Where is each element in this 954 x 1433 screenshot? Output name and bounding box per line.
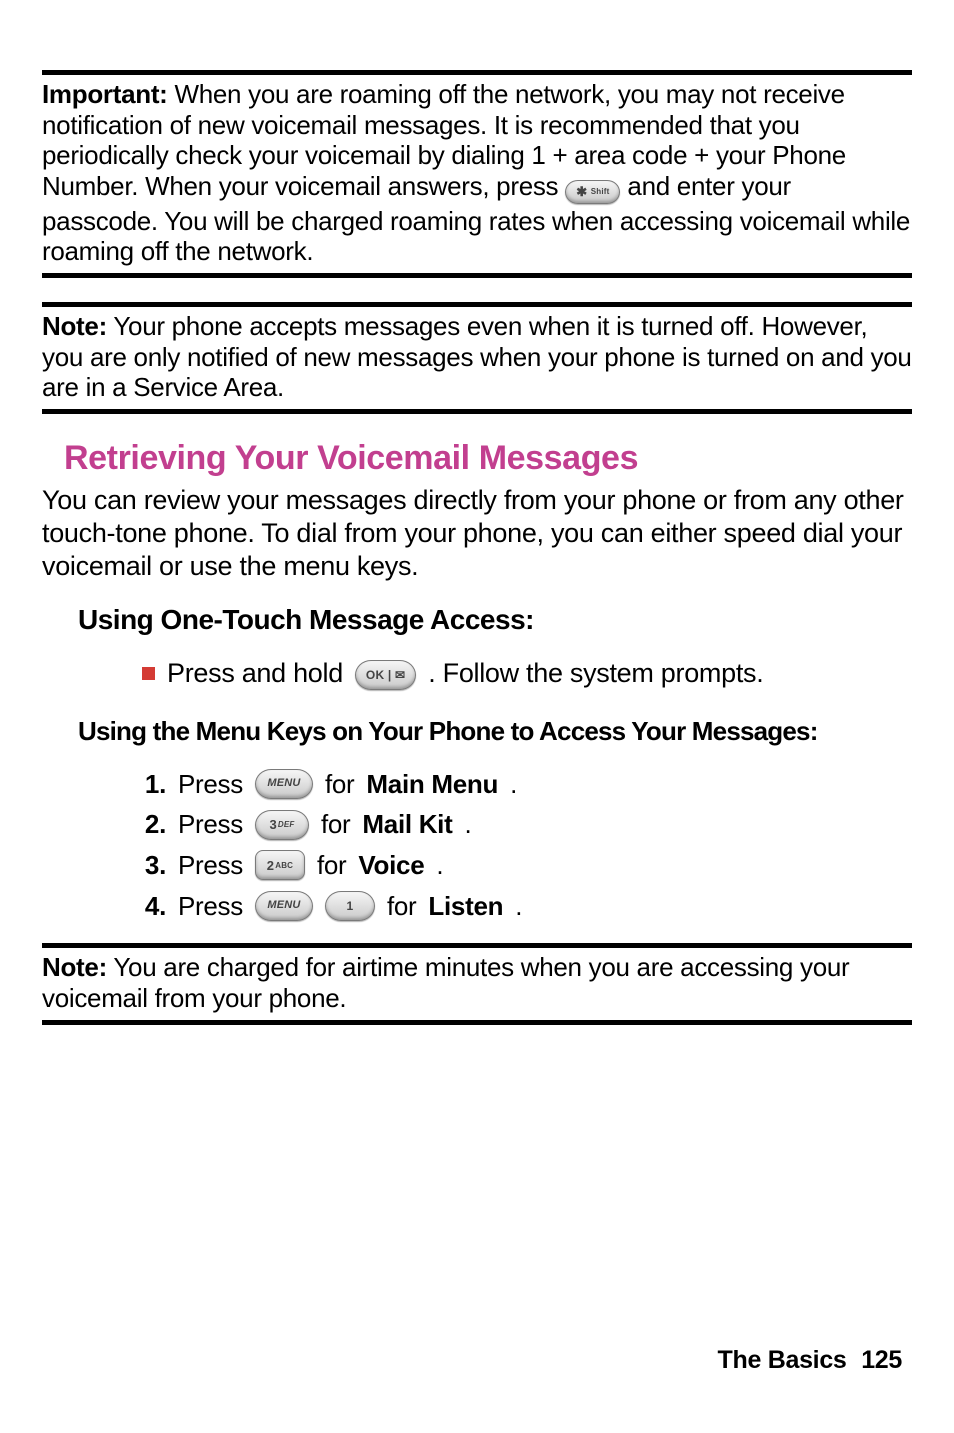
step-4-b: for (387, 891, 416, 922)
step-2-num: 2. (138, 809, 166, 840)
step-3-a: Press (178, 850, 243, 881)
steps-list: 1. Press MENU for Main Menu. 2. Press 3D… (138, 769, 912, 922)
step-3-c: . (436, 850, 443, 881)
note2-text: Note: You are charged for airtime minute… (42, 952, 912, 1013)
menu-key-icon-2: MENU (255, 891, 313, 921)
step-1-num: 1. (138, 769, 166, 800)
important-box: Important: When you are roaming off the … (42, 70, 912, 278)
step-3-num: 3. (138, 850, 166, 881)
ok-mail-key-icon: OK | ✉ (355, 660, 416, 690)
note-box-1: Note: Your phone accepts messages even w… (42, 302, 912, 414)
star-shift-key-icon: ✱ Shift (565, 180, 620, 204)
step-2-target: Mail Kit (362, 809, 452, 840)
menu-key-icon: MENU (255, 769, 313, 799)
star-key-wrap: ✱ Shift (565, 175, 620, 206)
step-2-c: . (464, 809, 471, 840)
step-2-b: for (321, 809, 350, 840)
one-key-icon: 1 (325, 891, 375, 921)
page-footer: The Basics 125 (718, 1346, 902, 1376)
note2-lead: Note: (42, 952, 107, 982)
important-text: Important: When you are roaming off the … (42, 79, 912, 267)
step-1-c: . (510, 769, 517, 800)
note1-lead: Note: (42, 311, 107, 341)
section-title: Retrieving Your Voicemail Messages (64, 438, 912, 478)
step-2-a: Press (178, 809, 243, 840)
note1-body: Your phone accepts messages even when it… (42, 311, 912, 402)
note2-body: You are charged for airtime minutes when… (42, 952, 849, 1013)
three-def-key-icon: 3DEF (255, 810, 309, 840)
step-2: 2. Press 3DEF for Mail Kit. (138, 809, 912, 840)
bullet-text-b: . Follow the system prompts. (428, 658, 763, 690)
ok-key-wrap: OK | ✉ (355, 658, 416, 690)
note1-text: Note: Your phone accepts messages even w… (42, 311, 912, 403)
two-abc-key-icon: 2ABC (255, 850, 305, 880)
step-4: 4. Press MENU 1 for Listen. (138, 891, 912, 922)
bullet-icon (142, 667, 155, 680)
important-lead: Important: (42, 79, 168, 109)
step-4-num: 4. (138, 891, 166, 922)
step-4-a: Press (178, 891, 243, 922)
step-3-target: Voice (358, 850, 424, 881)
intro-paragraph: You can review your messages directly fr… (42, 484, 912, 583)
step-1-target: Main Menu (366, 769, 498, 800)
bullet-text-a: Press and hold (167, 658, 343, 690)
step-3: 3. Press 2ABC for Voice. (138, 850, 912, 881)
step-4-c: . (515, 891, 522, 922)
subhead-menu-keys: Using the Menu Keys on Your Phone to Acc… (78, 716, 912, 747)
step-3-b: for (317, 850, 346, 881)
step-1-b: for (325, 769, 354, 800)
step-4-target: Listen (428, 891, 503, 922)
step-1-a: Press (178, 769, 243, 800)
step-1: 1. Press MENU for Main Menu. (138, 769, 912, 800)
subhead-one-touch: Using One-Touch Message Access: (78, 603, 912, 636)
footer-section: The Basics (718, 1346, 847, 1374)
bullet-row: Press and hold OK | ✉ . Follow the syste… (142, 658, 912, 690)
note-box-2: Note: You are charged for airtime minute… (42, 943, 912, 1024)
footer-page-number: 125 (861, 1346, 902, 1374)
